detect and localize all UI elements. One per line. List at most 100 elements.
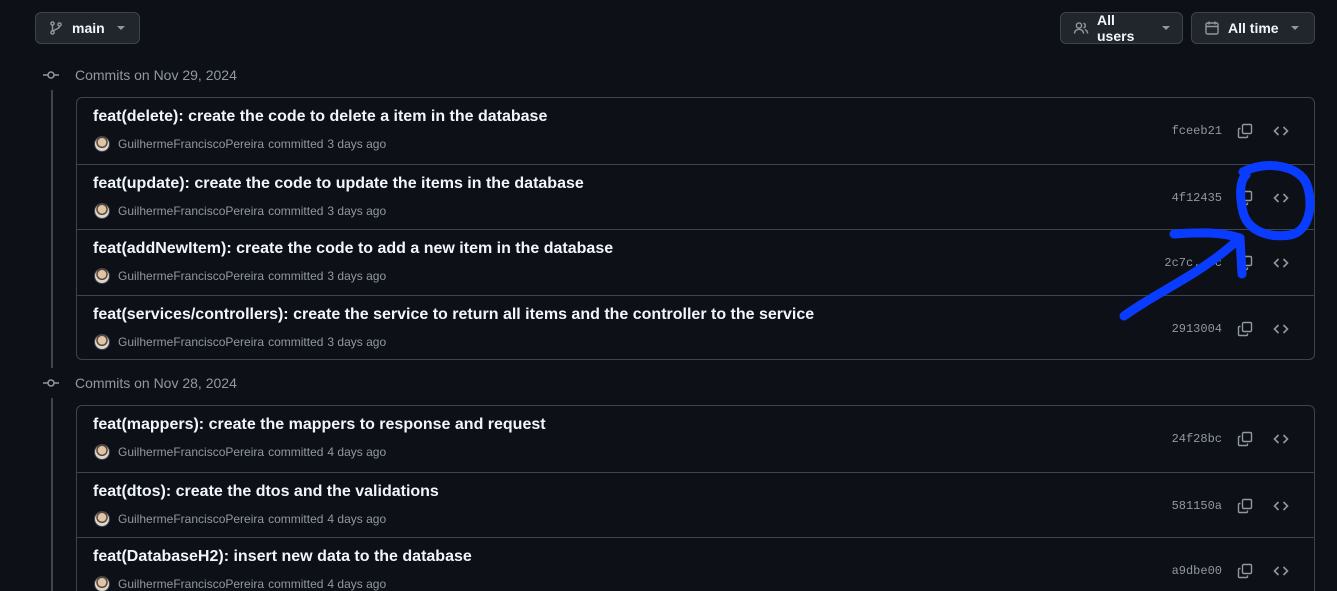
copy-sha-button[interactable] [1233,317,1257,341]
commit-list: feat(mappers): create the mappers to res… [76,405,1315,591]
commit-time: 3 days ago [327,334,387,349]
commit-list: feat(delete): create the code to delete … [76,97,1315,360]
avatar[interactable] [94,444,110,460]
commit-title-link[interactable]: feat(dtos): create the dtos and the vali… [93,483,439,501]
git-commit-icon [43,71,59,79]
commit-time: 4 days ago [327,511,387,526]
code-icon [1273,192,1289,203]
commit-author-link[interactable]: GuilhermeFranciscoPereira [118,335,264,349]
commit-author-link[interactable]: GuilhermeFranciscoPereira [118,512,264,526]
commit-time: 4 days ago [327,445,387,459]
copy-icon [1237,498,1253,513]
browse-repository-button[interactable] [1269,494,1293,518]
commit-sha-link[interactable]: 4f12435 [1172,191,1222,205]
commit-time: 3 days ago [327,137,387,151]
commit-row: feat(mappers): create the mappers to res… [77,406,1314,472]
commit-meta: GuilhermeFranciscoPereira committed 4 da… [94,576,386,591]
commit-group-date: Commits on Nov 28, 2024 [75,375,237,391]
code-icon [1273,500,1289,511]
commit-meta: GuilhermeFranciscoPereira committed 3 da… [94,136,386,152]
commit-row: feat(dtos): create the dtos and the vali… [77,471,1314,538]
code-icon [1273,258,1289,268]
commit-title-link[interactable]: feat(services/controllers): create the s… [93,306,814,324]
avatar[interactable] [94,576,110,591]
copy-sha-button[interactable] [1233,559,1257,583]
chevron-down-icon [1290,26,1299,30]
code-icon [1273,323,1289,334]
avatar[interactable] [94,202,110,219]
commit-verb: committed [268,269,324,283]
commit-author-link[interactable]: GuilhermeFranciscoPereira [118,269,264,283]
commit-meta: GuilhermeFranciscoPereira committed 3 da… [94,333,387,350]
commit-verb: committed [268,334,324,349]
copy-sha-button[interactable] [1233,119,1257,143]
browse-repository-button[interactable] [1269,559,1293,583]
commit-title-link[interactable]: feat(delete): create the code to delete … [93,108,547,126]
avatar[interactable] [94,333,110,350]
commit-row: feat(update): create the code to update … [77,163,1314,230]
commit-author-link[interactable]: GuilhermeFranciscoPereira [118,204,264,218]
git-commit-icon [43,379,59,387]
copy-icon [1237,431,1253,447]
browse-repository-button[interactable] [1269,119,1293,143]
commit-meta: GuilhermeFranciscoPereira committed 3 da… [94,268,386,284]
commit-sha-link[interactable]: 2913004 [1172,322,1222,336]
calendar-icon [1205,21,1219,35]
avatar[interactable] [94,136,110,152]
commit-meta: GuilhermeFranciscoPereira committed 3 da… [94,202,387,219]
commit-row: feat(DatabaseH2): insert new data to the… [77,537,1314,591]
avatar[interactable] [94,510,110,527]
commit-verb: committed [268,511,324,526]
commit-title-link[interactable]: feat(DatabaseH2): insert new data to the… [93,548,472,566]
commit-title-link[interactable]: feat(mappers): create the mappers to res… [93,416,546,434]
commit-meta: GuilhermeFranciscoPereira committed 4 da… [94,510,387,527]
branch-label: main [72,20,105,36]
timeline-line [51,398,53,591]
browse-repository-button[interactable] [1269,251,1293,275]
commit-meta: GuilhermeFranciscoPereira committed 4 da… [94,444,386,460]
commit-row: feat(services/controllers): create the s… [77,294,1314,361]
time-filter-label: All time [1228,20,1279,36]
copy-icon [1237,255,1253,271]
copy-icon [1237,123,1253,139]
chevron-down-icon [116,26,125,30]
copy-sha-button[interactable] [1233,494,1257,518]
copy-sha-button[interactable] [1233,427,1257,451]
commit-verb: committed [268,577,324,591]
users-filter-button[interactable]: All users [1060,12,1183,44]
commit-sha-link[interactable]: a9dbe00 [1172,564,1222,578]
commit-author-link[interactable]: GuilhermeFranciscoPereira [118,445,264,459]
code-icon [1273,126,1289,136]
commit-title-link[interactable]: feat(addNewItem): create the code to add… [93,240,613,258]
copy-icon [1237,190,1253,205]
people-icon [1073,22,1089,34]
browse-repository-button[interactable] [1269,427,1293,451]
commit-row: feat(addNewItem): create the code to add… [77,229,1314,295]
code-icon [1273,434,1289,444]
commit-time: 3 days ago [327,269,387,283]
chevron-down-icon [1162,26,1170,30]
users-filter-label: All users [1097,12,1135,44]
browse-repository-button[interactable] [1269,317,1293,341]
commit-group-date: Commits on Nov 29, 2024 [75,67,237,83]
branch-select-button[interactable]: main [35,12,140,44]
copy-icon [1237,321,1253,336]
timeline-line [51,90,53,368]
commit-verb: committed [268,137,324,151]
commit-sha-link[interactable]: 581150a [1172,499,1222,513]
commit-author-link[interactable]: GuilhermeFranciscoPereira [118,577,264,591]
commit-time: 3 days ago [327,203,387,218]
commit-sha-link[interactable]: 2c7c...c [1164,256,1222,270]
commit-author-link[interactable]: GuilhermeFranciscoPereira [118,137,264,151]
copy-sha-button[interactable] [1233,186,1257,210]
commit-group-heading: Commits on Nov 28, 2024 [43,373,237,393]
copy-icon [1237,563,1253,579]
copy-sha-button[interactable] [1233,251,1257,275]
commit-sha-link[interactable]: 24f28bc [1172,432,1222,446]
commit-title-link[interactable]: feat(update): create the code to update … [93,175,584,193]
code-icon [1273,566,1289,576]
avatar[interactable] [94,268,110,284]
commit-sha-link[interactable]: fceeb21 [1172,124,1222,138]
browse-repository-button[interactable] [1269,186,1293,210]
time-filter-button[interactable]: All time [1191,12,1315,44]
